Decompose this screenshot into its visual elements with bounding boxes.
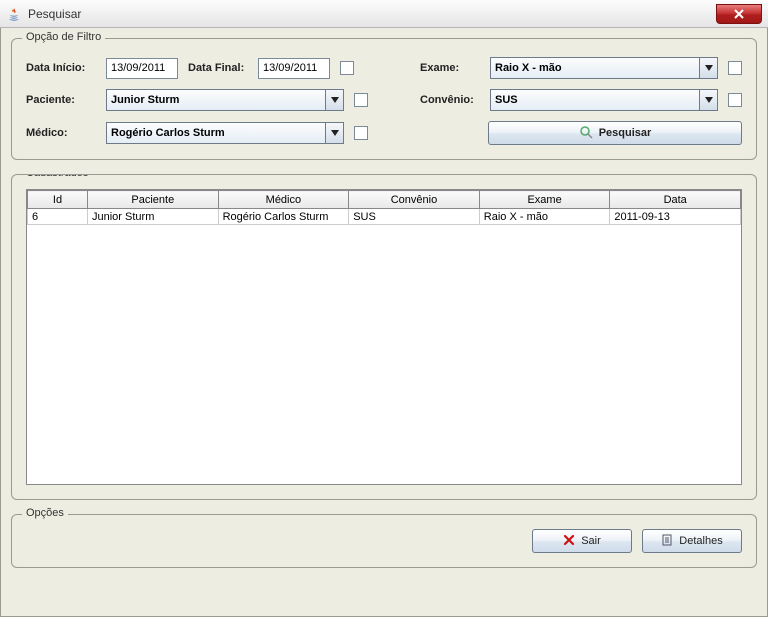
medico-combo[interactable]: Rogério Carlos Sturm xyxy=(106,122,344,144)
exit-button[interactable]: Sair xyxy=(532,529,632,553)
paciente-checkbox[interactable] xyxy=(354,93,368,107)
convenio-combo-value: SUS xyxy=(495,94,518,106)
chevron-down-icon xyxy=(325,123,343,143)
list-legend: Cadastrados xyxy=(22,174,92,179)
details-button-label: Detalhes xyxy=(679,535,722,547)
data-final-label: Data Final: xyxy=(188,62,248,74)
search-button-label: Pesquisar xyxy=(599,127,652,139)
paciente-combo[interactable]: Junior Sturm xyxy=(106,89,344,111)
titlebar: Pesquisar xyxy=(0,0,768,28)
table-row[interactable]: 6 Junior Sturm Rogério Carlos Sturm SUS … xyxy=(28,209,741,225)
paciente-label: Paciente: xyxy=(26,94,96,106)
medico-combo-value: Rogério Carlos Sturm xyxy=(111,127,225,139)
cell-data: 2011-09-13 xyxy=(610,209,741,225)
table-header-row: Id Paciente Médico Convênio Exame Data xyxy=(28,191,741,209)
exame-combo[interactable]: Raio X - mão xyxy=(490,57,718,79)
exame-combo-value: Raio X - mão xyxy=(495,62,562,74)
cell-id: 6 xyxy=(28,209,88,225)
search-button[interactable]: Pesquisar xyxy=(488,121,742,145)
options-legend: Opções xyxy=(22,507,68,519)
medico-checkbox[interactable] xyxy=(354,126,368,140)
filter-panel: Opção de Filtro Data Início: Data Final:… xyxy=(11,38,757,160)
exame-label: Exame: xyxy=(420,62,480,74)
exit-button-label: Sair xyxy=(581,535,601,547)
cell-medico: Rogério Carlos Sturm xyxy=(218,209,349,225)
cell-convenio: SUS xyxy=(349,209,480,225)
list-panel: Cadastrados Id Paciente Médico Convênio … xyxy=(11,174,757,500)
chevron-down-icon xyxy=(699,58,717,78)
filter-legend: Opção de Filtro xyxy=(22,31,105,43)
col-paciente[interactable]: Paciente xyxy=(88,191,219,209)
cell-exame: Raio X - mão xyxy=(479,209,610,225)
document-icon xyxy=(661,534,673,549)
col-convenio[interactable]: Convênio xyxy=(349,191,480,209)
cell-paciente: Junior Sturm xyxy=(88,209,219,225)
java-icon xyxy=(6,6,22,22)
medico-label: Médico: xyxy=(26,127,96,139)
col-data[interactable]: Data xyxy=(610,191,741,209)
chevron-down-icon xyxy=(699,90,717,110)
convenio-combo[interactable]: SUS xyxy=(490,89,718,111)
window-body: Opção de Filtro Data Início: Data Final:… xyxy=(0,28,768,617)
window-title: Pesquisar xyxy=(28,7,81,21)
details-button[interactable]: Detalhes xyxy=(642,529,742,553)
options-panel: Opções Sair Detalhes xyxy=(11,514,757,568)
close-icon xyxy=(563,534,575,549)
exame-checkbox[interactable] xyxy=(728,61,742,75)
convenio-checkbox[interactable] xyxy=(728,93,742,107)
convenio-label: Convênio: xyxy=(420,94,480,106)
col-exame[interactable]: Exame xyxy=(479,191,610,209)
table-scroll[interactable]: Id Paciente Médico Convênio Exame Data 6… xyxy=(26,189,742,485)
magnifier-icon xyxy=(579,125,593,142)
date-checkbox[interactable] xyxy=(340,61,354,75)
results-table: Id Paciente Médico Convênio Exame Data 6… xyxy=(27,190,741,225)
paciente-combo-value: Junior Sturm xyxy=(111,94,179,106)
col-medico[interactable]: Médico xyxy=(218,191,349,209)
col-id[interactable]: Id xyxy=(28,191,88,209)
close-button[interactable] xyxy=(716,4,762,24)
chevron-down-icon xyxy=(325,90,343,110)
data-inicio-input[interactable] xyxy=(106,58,178,79)
data-inicio-label: Data Início: xyxy=(26,62,96,74)
data-final-input[interactable] xyxy=(258,58,330,79)
